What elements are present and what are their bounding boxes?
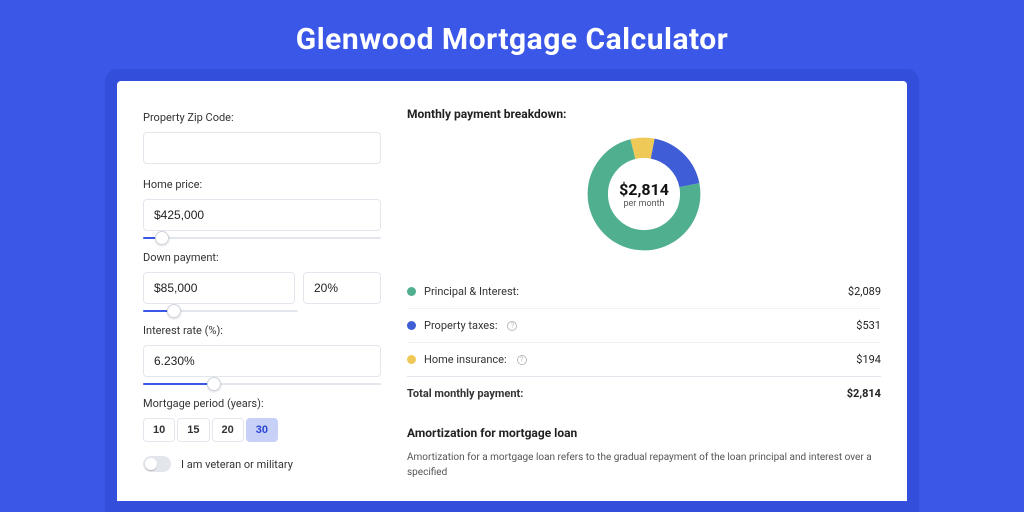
veteran-label: I am veteran or military — [181, 458, 293, 471]
page-title: Glenwood Mortgage Calculator — [0, 0, 1024, 81]
legend-value: $194 — [856, 353, 881, 366]
period-option-20[interactable]: 20 — [212, 418, 244, 442]
breakdown-title: Monthly payment breakdown: — [407, 107, 881, 121]
legend-dot — [407, 321, 416, 330]
home-price-label: Home price: — [143, 178, 381, 191]
amortization-title: Amortization for mortgage loan — [407, 426, 881, 440]
veteran-toggle[interactable] — [143, 456, 171, 472]
legend-row: Property taxes:? $531 — [407, 308, 881, 342]
home-price-input[interactable] — [143, 199, 381, 231]
legend-dot — [407, 355, 416, 364]
down-payment-amount-input[interactable] — [143, 272, 295, 304]
results-panel: Monthly payment breakdown: $2,814 per mo… — [407, 107, 881, 501]
zip-input[interactable] — [143, 132, 381, 164]
zip-label: Property Zip Code: — [143, 111, 381, 124]
down-payment-label: Down payment: — [143, 251, 381, 264]
home-price-slider[interactable] — [143, 231, 381, 245]
legend-row: Home insurance:? $194 — [407, 342, 881, 376]
info-icon[interactable]: ? — [507, 321, 517, 331]
slider-thumb[interactable] — [155, 231, 169, 245]
slider-thumb[interactable] — [207, 377, 221, 391]
input-panel: Property Zip Code: Home price: Down paym… — [143, 107, 381, 501]
calculator-card: Property Zip Code: Home price: Down paym… — [117, 81, 907, 501]
down-payment-slider[interactable] — [143, 304, 298, 318]
legend-label: Home insurance: — [424, 353, 507, 366]
slider-thumb[interactable] — [167, 304, 181, 318]
info-icon[interactable]: ? — [517, 355, 527, 365]
legend-dot — [407, 287, 416, 296]
period-option-15[interactable]: 15 — [177, 418, 209, 442]
mortgage-period-group: 10152030 — [143, 418, 381, 442]
legend-value: $2,089 — [848, 285, 881, 298]
total-label: Total monthly payment: — [407, 387, 523, 400]
legend-label: Property taxes: — [424, 319, 497, 332]
legend: Principal & Interest: $2,089 Property taxe… — [407, 275, 881, 376]
interest-rate-input[interactable] — [143, 345, 381, 377]
donut-total-value: $2,814 — [619, 180, 669, 199]
total-row: Total monthly payment: $2,814 — [407, 376, 881, 410]
period-option-30[interactable]: 30 — [246, 418, 278, 442]
legend-row: Principal & Interest: $2,089 — [407, 275, 881, 308]
interest-rate-label: Interest rate (%): — [143, 324, 381, 337]
total-value: $2,814 — [847, 387, 881, 400]
period-option-10[interactable]: 10 — [143, 418, 175, 442]
amortization-text: Amortization for a mortgage loan refers … — [407, 450, 881, 480]
down-payment-percent-input[interactable] — [303, 272, 381, 304]
legend-value: $531 — [856, 319, 881, 332]
interest-rate-slider[interactable] — [143, 377, 381, 391]
legend-label: Principal & Interest: — [424, 285, 519, 298]
payment-donut-chart: $2,814 per month — [583, 133, 705, 255]
donut-sub-label: per month — [623, 199, 664, 209]
mortgage-period-label: Mortgage period (years): — [143, 397, 381, 410]
